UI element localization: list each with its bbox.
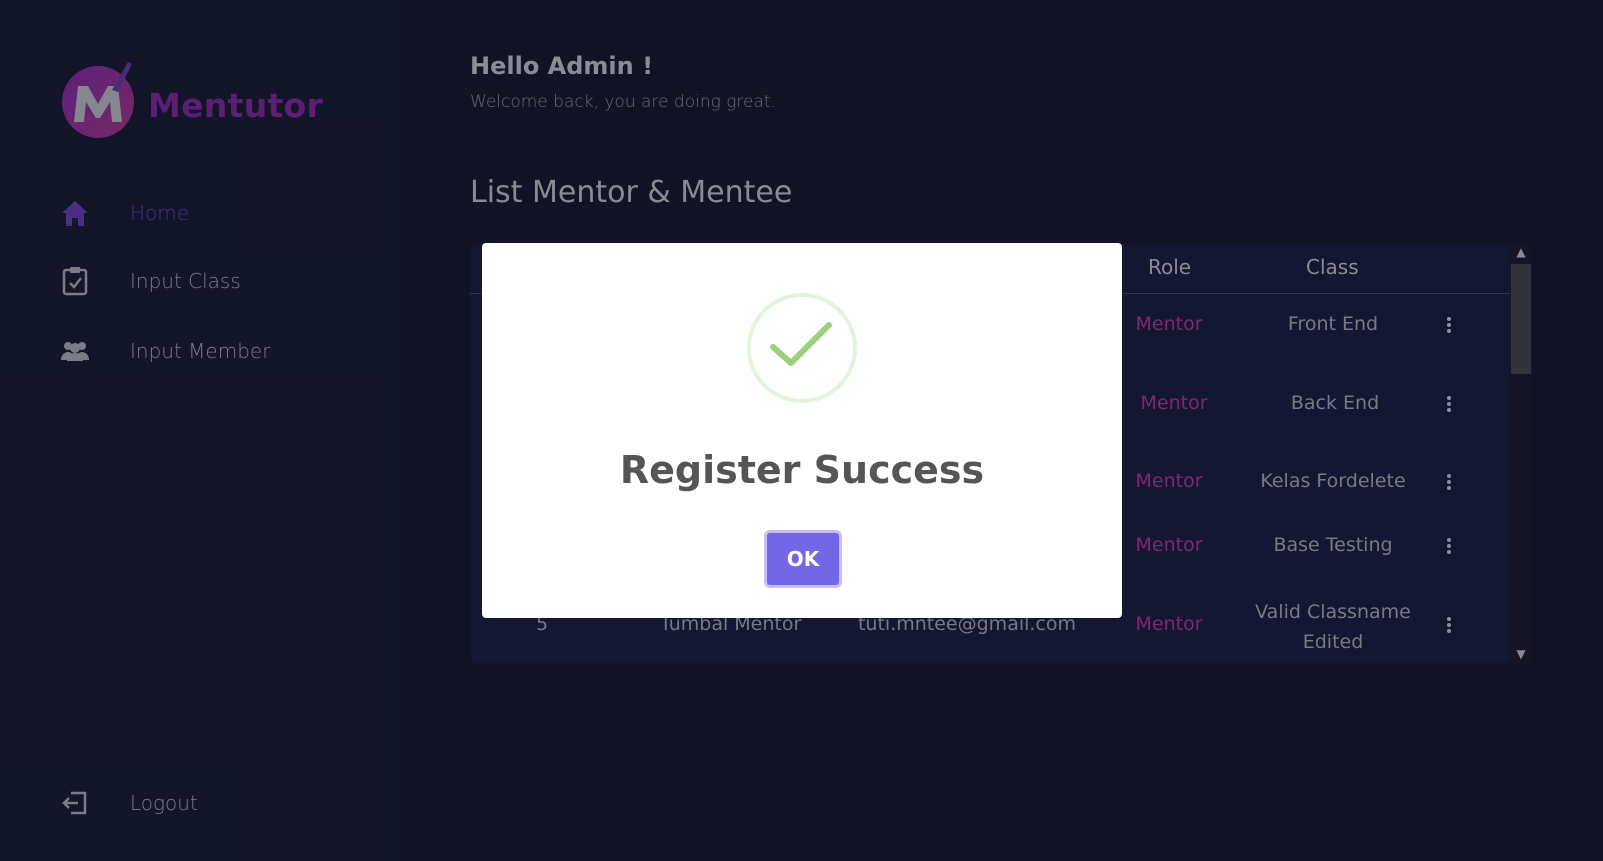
success-modal: Register Success OK <box>482 243 1122 618</box>
ok-button[interactable]: OK <box>764 530 842 588</box>
modal-title: Register Success <box>619 448 985 492</box>
success-check-icon <box>747 293 857 403</box>
